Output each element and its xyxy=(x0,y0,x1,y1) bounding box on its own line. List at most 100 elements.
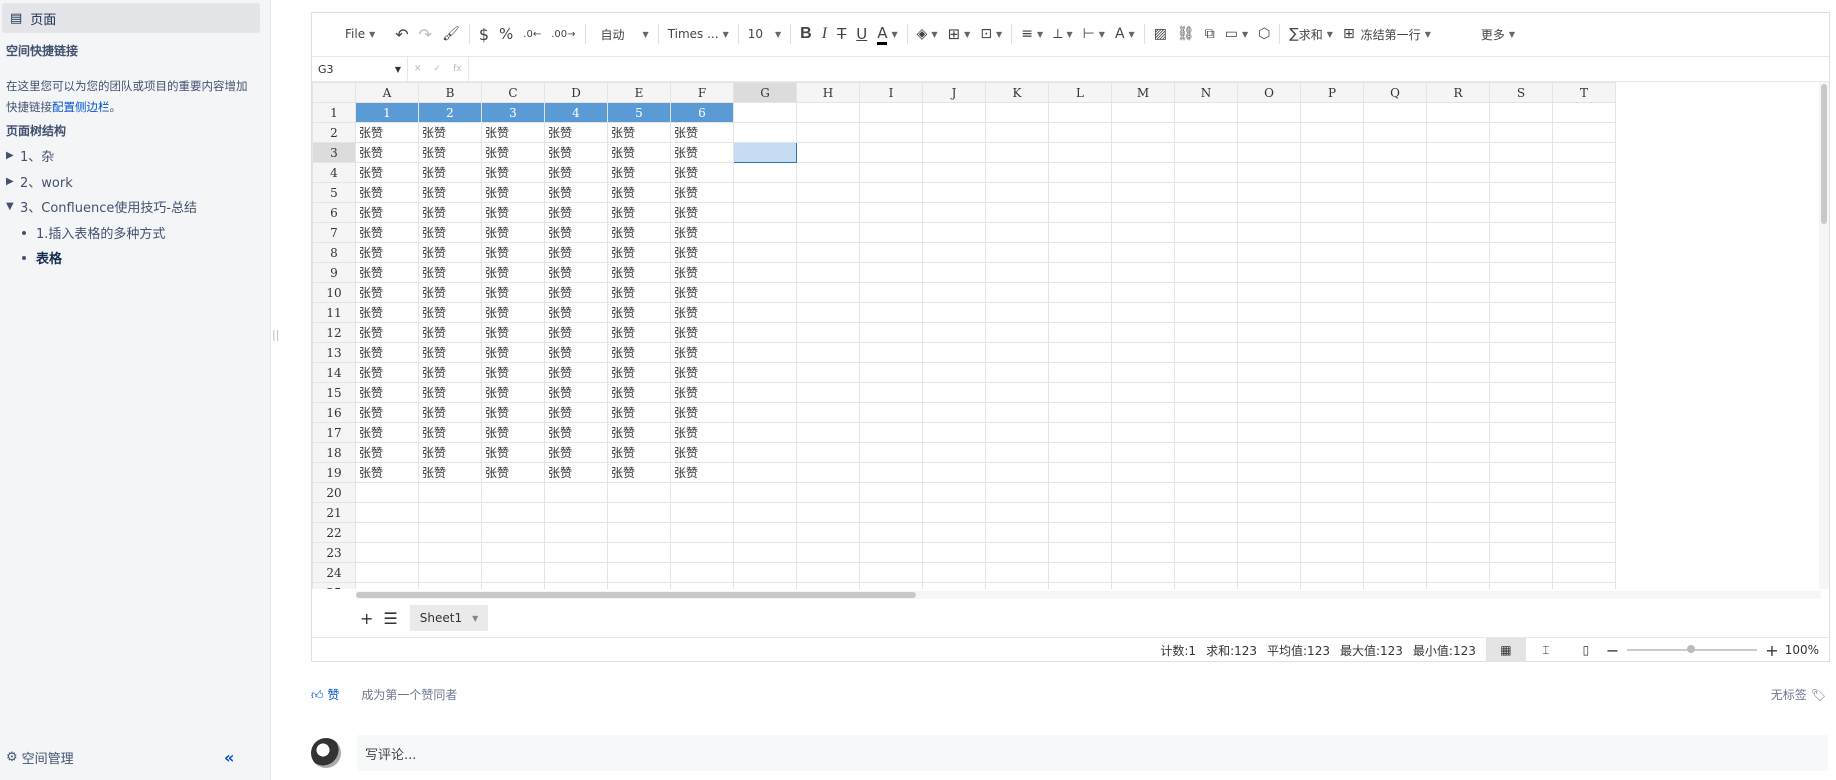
cell-M19[interactable] xyxy=(1111,462,1175,483)
cell-M13[interactable] xyxy=(1111,342,1175,363)
cell-D8[interactable]: 张赞 xyxy=(544,242,608,263)
cell-I23[interactable] xyxy=(859,542,923,563)
cell-C22[interactable] xyxy=(481,522,545,543)
cell-I5[interactable] xyxy=(859,182,923,203)
cell-T20[interactable] xyxy=(1552,482,1616,503)
select-all-corner[interactable] xyxy=(312,82,356,103)
cell-A15[interactable]: 张赞 xyxy=(355,382,419,403)
cell-I21[interactable] xyxy=(859,502,923,523)
cell-E15[interactable]: 张赞 xyxy=(607,382,671,403)
zoom-in-icon[interactable]: + xyxy=(1765,641,1778,660)
cell-B25[interactable] xyxy=(418,582,482,589)
cell-R19[interactable] xyxy=(1426,462,1490,483)
cell-N15[interactable] xyxy=(1174,382,1238,403)
cell-O25[interactable] xyxy=(1237,582,1301,589)
cell-N17[interactable] xyxy=(1174,422,1238,443)
column-header-G[interactable]: G xyxy=(733,82,797,103)
space-manage-button[interactable]: ⚙ 空间管理 xyxy=(6,748,74,767)
cell-H18[interactable] xyxy=(796,442,860,463)
fill-color-icon[interactable]: ◈ ▼ xyxy=(912,20,943,48)
cell-A17[interactable]: 张赞 xyxy=(355,422,419,443)
row-header[interactable]: 6 xyxy=(312,202,356,223)
row-header[interactable]: 5 xyxy=(312,182,356,203)
cell-C2[interactable]: 张赞 xyxy=(481,122,545,143)
cell-A3[interactable]: 张赞 xyxy=(355,142,419,163)
percent-icon[interactable]: % xyxy=(494,20,518,48)
cell-O6[interactable] xyxy=(1237,202,1301,223)
cell-J17[interactable] xyxy=(922,422,986,443)
row-header[interactable]: 11 xyxy=(312,302,356,323)
cell-R23[interactable] xyxy=(1426,542,1490,563)
cell-F3[interactable]: 张赞 xyxy=(670,142,734,163)
cell-A16[interactable]: 张赞 xyxy=(355,402,419,423)
cell-H13[interactable] xyxy=(796,342,860,363)
row-header[interactable]: 8 xyxy=(312,242,356,263)
cell-Q17[interactable] xyxy=(1363,422,1427,443)
cell-B9[interactable]: 张赞 xyxy=(418,262,482,283)
cell-I3[interactable] xyxy=(859,142,923,163)
cell-I11[interactable] xyxy=(859,302,923,323)
cell-N9[interactable] xyxy=(1174,262,1238,283)
cell-I22[interactable] xyxy=(859,522,923,543)
cell-Q2[interactable] xyxy=(1363,122,1427,143)
cell-N11[interactable] xyxy=(1174,302,1238,323)
cell-N21[interactable] xyxy=(1174,502,1238,523)
cell-P3[interactable] xyxy=(1300,142,1364,163)
cell-J7[interactable] xyxy=(922,222,986,243)
cell-R20[interactable] xyxy=(1426,482,1490,503)
cell-H14[interactable] xyxy=(796,362,860,383)
cell-I20[interactable] xyxy=(859,482,923,503)
cell-P24[interactable] xyxy=(1300,562,1364,583)
cell-J8[interactable] xyxy=(922,242,986,263)
cell-B13[interactable]: 张赞 xyxy=(418,342,482,363)
font-color-icon[interactable]: A ▼ xyxy=(872,20,902,48)
cell-D5[interactable]: 张赞 xyxy=(544,182,608,203)
font-size-select[interactable]: 10 ▼ xyxy=(743,20,786,48)
cell-C15[interactable]: 张赞 xyxy=(481,382,545,403)
cell-N4[interactable] xyxy=(1174,162,1238,183)
cell-H6[interactable] xyxy=(796,202,860,223)
cell-H9[interactable] xyxy=(796,262,860,283)
cell-E20[interactable] xyxy=(607,482,671,503)
cell-L23[interactable] xyxy=(1048,542,1112,563)
chevron-down-icon[interactable]: ▼ xyxy=(472,614,478,623)
cell-P15[interactable] xyxy=(1300,382,1364,403)
cell-T2[interactable] xyxy=(1552,122,1616,143)
cell-A8[interactable]: 张赞 xyxy=(355,242,419,263)
cell-M8[interactable] xyxy=(1111,242,1175,263)
cell-J13[interactable] xyxy=(922,342,986,363)
cell-Q5[interactable] xyxy=(1363,182,1427,203)
cell-K24[interactable] xyxy=(985,562,1049,583)
cell-L11[interactable] xyxy=(1048,302,1112,323)
row-header[interactable]: 21 xyxy=(312,502,356,523)
cell-O2[interactable] xyxy=(1237,122,1301,143)
zoom-slider-knob[interactable] xyxy=(1687,645,1696,653)
add-sheet-icon[interactable]: + xyxy=(360,609,373,628)
cell-D24[interactable] xyxy=(544,562,608,583)
cell-D10[interactable]: 张赞 xyxy=(544,282,608,303)
cell-C3[interactable]: 张赞 xyxy=(481,142,545,163)
cell-Q20[interactable] xyxy=(1363,482,1427,503)
cell-M15[interactable] xyxy=(1111,382,1175,403)
cell-P2[interactable] xyxy=(1300,122,1364,143)
cell-N12[interactable] xyxy=(1174,322,1238,343)
cell-T12[interactable] xyxy=(1552,322,1616,343)
cell-D15[interactable]: 张赞 xyxy=(544,382,608,403)
cell-I2[interactable] xyxy=(859,122,923,143)
cell-J5[interactable] xyxy=(922,182,986,203)
cell-B21[interactable] xyxy=(418,502,482,523)
cell-Q18[interactable] xyxy=(1363,442,1427,463)
cell-D21[interactable] xyxy=(544,502,608,523)
cell-K21[interactable] xyxy=(985,502,1049,523)
cell-J6[interactable] xyxy=(922,202,986,223)
cell-R13[interactable] xyxy=(1426,342,1490,363)
cell-D3[interactable]: 张赞 xyxy=(544,142,608,163)
cell-Q1[interactable] xyxy=(1363,102,1427,123)
cell-B8[interactable]: 张赞 xyxy=(418,242,482,263)
cell-S14[interactable] xyxy=(1489,362,1553,383)
cell-S13[interactable] xyxy=(1489,342,1553,363)
cell-E3[interactable]: 张赞 xyxy=(607,142,671,163)
cell-R12[interactable] xyxy=(1426,322,1490,343)
cell-F6[interactable]: 张赞 xyxy=(670,202,734,223)
cell-D7[interactable]: 张赞 xyxy=(544,222,608,243)
